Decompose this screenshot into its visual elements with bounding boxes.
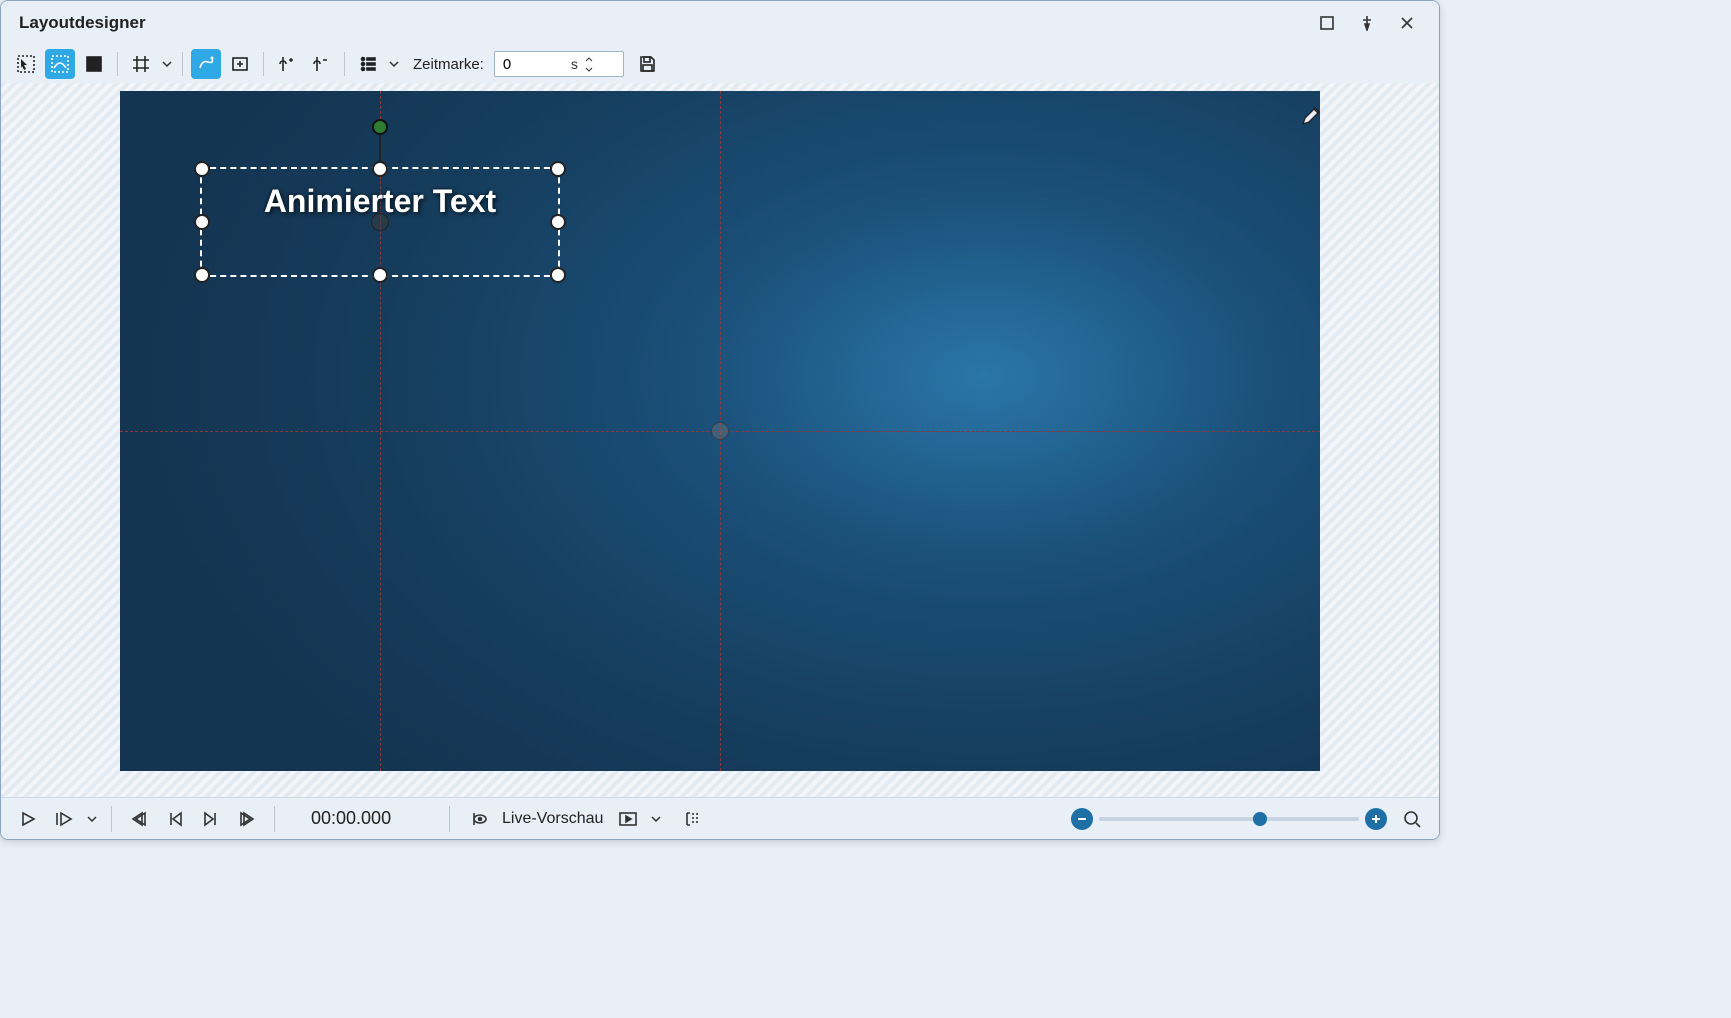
zoom-in-button[interactable] bbox=[1365, 808, 1387, 830]
timemark-input-wrap: s bbox=[494, 51, 624, 77]
preview-mode-button[interactable] bbox=[613, 804, 643, 834]
zoom-out-button[interactable] bbox=[1071, 808, 1093, 830]
canvas-area: Animierter Text bbox=[1, 83, 1439, 797]
window-title: Layoutdesigner bbox=[19, 13, 1307, 33]
toolbar: Zeitmarke: s bbox=[1, 45, 1439, 83]
close-button[interactable] bbox=[1387, 3, 1427, 43]
resize-handle-n[interactable] bbox=[372, 161, 388, 177]
path-tool-button[interactable] bbox=[191, 49, 221, 79]
edit-pencil-button[interactable] bbox=[1300, 105, 1324, 129]
zoom-slider-track[interactable] bbox=[1099, 817, 1359, 821]
canvas-center-marker bbox=[711, 422, 729, 440]
bottombar-separator bbox=[449, 806, 450, 832]
resize-handle-sw[interactable] bbox=[194, 267, 210, 283]
time-display: 00:00.000 bbox=[311, 808, 421, 829]
timemark-input[interactable] bbox=[501, 55, 571, 74]
resize-handle-w[interactable] bbox=[194, 214, 210, 230]
live-preview-label: Live-Vorschau bbox=[502, 810, 603, 828]
list-button[interactable] bbox=[353, 49, 383, 79]
goto-end-button[interactable] bbox=[232, 804, 262, 834]
rotation-handle[interactable] bbox=[372, 119, 388, 135]
resize-handle-ne[interactable] bbox=[550, 161, 566, 177]
toolbar-separator bbox=[117, 52, 118, 76]
save-button[interactable] bbox=[632, 49, 662, 79]
selected-object[interactable]: Animierter Text bbox=[200, 167, 560, 277]
zoom-fit-button[interactable] bbox=[1397, 804, 1427, 834]
toolbar-separator bbox=[182, 52, 183, 76]
bottombar: 00:00.000 Live-Vorschau bbox=[1, 797, 1439, 839]
layers-button[interactable] bbox=[79, 49, 109, 79]
canvas[interactable]: Animierter Text bbox=[120, 91, 1320, 771]
resize-handle-nw[interactable] bbox=[194, 161, 210, 177]
frame-button[interactable] bbox=[225, 49, 255, 79]
next-frame-button[interactable] bbox=[196, 804, 226, 834]
play-options-dropdown[interactable] bbox=[85, 816, 99, 822]
bottombar-separator bbox=[111, 806, 112, 832]
goto-start-button[interactable] bbox=[124, 804, 154, 834]
list-dropdown[interactable] bbox=[387, 61, 401, 67]
columns-button[interactable] bbox=[677, 804, 707, 834]
resize-handle-se[interactable] bbox=[550, 267, 566, 283]
keyframe-remove-button[interactable] bbox=[306, 49, 336, 79]
resize-handle-s[interactable] bbox=[372, 267, 388, 283]
preview-mode-dropdown[interactable] bbox=[649, 816, 663, 822]
timemark-unit: s bbox=[571, 56, 578, 72]
eye-icon[interactable] bbox=[462, 804, 492, 834]
toolbar-separator bbox=[344, 52, 345, 76]
resize-handle-e[interactable] bbox=[550, 214, 566, 230]
toolbar-separator bbox=[263, 52, 264, 76]
zoom-slider-thumb[interactable] bbox=[1253, 812, 1267, 826]
play-from-cursor-button[interactable] bbox=[49, 804, 79, 834]
keyframe-add-button[interactable] bbox=[272, 49, 302, 79]
timemark-step-up[interactable] bbox=[582, 54, 596, 64]
grid-button[interactable] bbox=[126, 49, 156, 79]
anchor-point[interactable] bbox=[371, 213, 389, 231]
bottombar-separator bbox=[274, 806, 275, 832]
layout-designer-window: Layoutdesigner bbox=[0, 0, 1440, 840]
select-tool-button[interactable] bbox=[11, 49, 41, 79]
play-button[interactable] bbox=[13, 804, 43, 834]
titlebar: Layoutdesigner bbox=[1, 1, 1439, 45]
zoom-control bbox=[1071, 804, 1427, 834]
timemark-label: Zeitmarke: bbox=[413, 56, 484, 73]
curve-toggle-button[interactable] bbox=[45, 49, 75, 79]
timemark-step-down[interactable] bbox=[582, 64, 596, 74]
maximize-button[interactable] bbox=[1307, 3, 1347, 43]
pin-button[interactable] bbox=[1347, 3, 1387, 43]
prev-frame-button[interactable] bbox=[160, 804, 190, 834]
grid-dropdown[interactable] bbox=[160, 61, 174, 67]
